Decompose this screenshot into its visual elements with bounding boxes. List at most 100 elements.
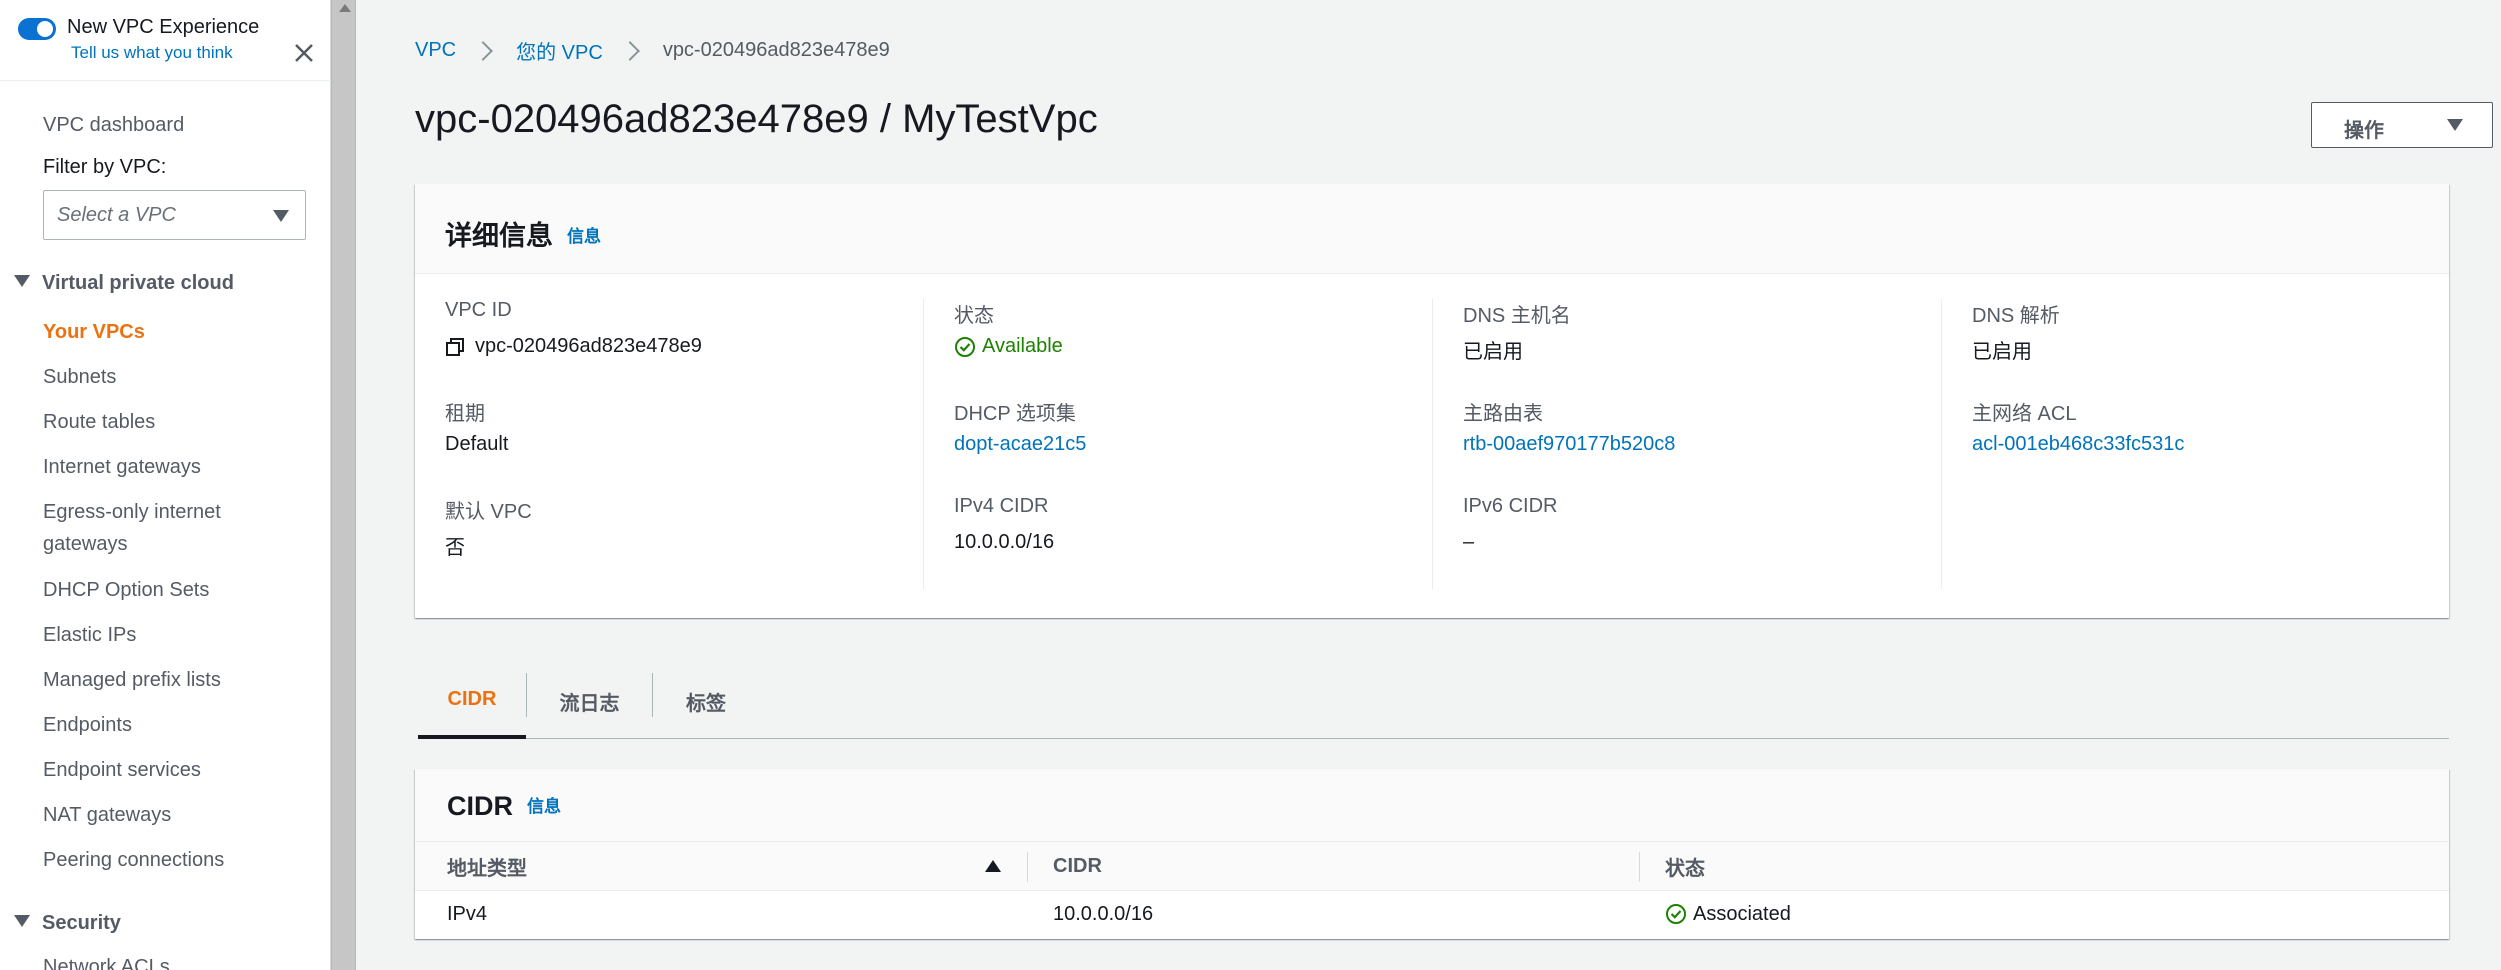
nav-egress-only-internet-gateways[interactable]: Egress-only internet <box>43 501 221 524</box>
vpc-console-app: New VPC Experience Tell us what you thin… <box>0 0 2501 970</box>
default-vpc-label: 默认 VPC <box>445 501 532 523</box>
close-icon[interactable] <box>291 40 317 66</box>
breadcrumb-your-vpcs[interactable]: 您的 VPC <box>516 36 603 65</box>
vpc-id-label: VPC ID <box>445 299 512 321</box>
cell-state: Associated <box>1665 891 1791 937</box>
chevron-right-icon <box>619 40 640 61</box>
sidebar-divider <box>0 80 331 81</box>
column-header-cidr[interactable]: CIDR <box>1053 842 1102 891</box>
nav-route-tables[interactable]: Route tables <box>43 411 155 434</box>
cell-state-text: Associated <box>1693 902 1791 925</box>
nav-network-acls[interactable]: Network ACLs <box>43 956 170 970</box>
column-divider <box>1432 299 1433 589</box>
dhcp-options-link[interactable]: dopt-acae21c5 <box>954 433 1086 456</box>
cell-address-type: IPv4 <box>447 902 488 925</box>
chevron-right-icon <box>473 40 494 61</box>
main-network-acl-label: 主网络 ACL <box>1972 403 2077 425</box>
details-column-4: DNS 解析 已启用 主网络 ACL acl-001eb468c33fc531c <box>1972 299 2480 589</box>
default-vpc-value: 否 <box>445 537 465 559</box>
nav-elastic-ips[interactable]: Elastic IPs <box>43 624 136 647</box>
scroll-up-icon[interactable] <box>339 4 351 12</box>
new-experience-toggle[interactable] <box>18 18 56 40</box>
tab-flow-logs[interactable]: 流日志 <box>527 663 652 739</box>
cidr-header: CIDR 信息 <box>415 769 2449 842</box>
dns-resolution-value: 已启用 <box>1972 341 2032 363</box>
breadcrumb-vpc[interactable]: VPC <box>415 39 456 62</box>
nav-nat-gateways[interactable]: NAT gateways <box>43 804 171 827</box>
new-vpc-experience: New VPC Experience Tell us what you thin… <box>18 16 318 66</box>
tenancy-label: 租期 <box>445 403 485 425</box>
page-title: vpc-020496ad823e478e9 / MyTestVpc <box>415 97 1098 141</box>
details-info-link[interactable]: 信息 <box>567 222 601 247</box>
dns-hostnames-label: DNS 主机名 <box>1463 305 1571 327</box>
ipv4-cidr-label: IPv4 CIDR <box>954 495 1049 517</box>
nav-subnets[interactable]: Subnets <box>43 366 116 389</box>
column-header-state[interactable]: 状态 <box>1665 842 1705 891</box>
vpc-id-text: vpc-020496ad823e478e9 <box>475 335 702 357</box>
tab-tags[interactable]: 标签 <box>653 663 759 739</box>
nav-managed-prefix-lists[interactable]: Managed prefix lists <box>43 669 221 692</box>
table-header-row: 地址类型 CIDR 状态 <box>415 842 2449 891</box>
nav-peering-connections[interactable]: Peering connections <box>43 849 224 872</box>
sort-ascending-icon[interactable] <box>985 860 1001 872</box>
actions-label: 操作 <box>2344 120 2384 142</box>
caret-down-icon <box>273 210 289 222</box>
details-column-1: VPC ID vpc-020496ad823e478e9 租期 Default … <box>445 299 953 589</box>
ipv6-cidr-label: IPv6 CIDR <box>1463 495 1558 517</box>
sidebar-scrollbar[interactable] <box>331 0 356 970</box>
toggle-knob <box>37 21 53 37</box>
cidr-title-text: CIDR <box>447 791 513 821</box>
state-value: Available <box>954 335 1063 358</box>
cidr-title: CIDR 信息 <box>447 791 561 822</box>
dns-resolution-label: DNS 解析 <box>1972 305 2060 327</box>
state-label: 状态 <box>954 305 994 327</box>
cidr-panel: CIDR 信息 地址类型 CIDR 状态 IPv4 10.0.0.0/16 As… <box>415 769 2449 939</box>
tenancy-value: Default <box>445 433 509 455</box>
nav-egress-only-internet-gateways-line2[interactable]: gateways <box>43 533 128 556</box>
section-security[interactable]: Security <box>14 912 121 935</box>
section-collapse-icon <box>14 915 30 927</box>
details-panel: 详细信息 信息 VPC ID vpc-020496ad823e478e9 租期 D… <box>415 184 2449 618</box>
nav-dhcp-option-sets[interactable]: DHCP Option Sets <box>43 579 209 602</box>
main-content: VPC 您的 VPC vpc-020496ad823e478e9 vpc-020… <box>356 0 2501 970</box>
filter-by-vpc-label: Filter by VPC: <box>43 156 167 178</box>
main-route-table-label: 主路由表 <box>1463 403 1543 425</box>
nav-endpoint-services[interactable]: Endpoint services <box>43 759 201 782</box>
tab-cidr[interactable]: CIDR <box>418 663 526 739</box>
detail-tabs: CIDR 流日志 标签 <box>418 663 2449 739</box>
section-label: Virtual private cloud <box>42 272 234 294</box>
nav-endpoints[interactable]: Endpoints <box>43 714 132 737</box>
vpc-filter-select[interactable]: Select a VPC <box>43 190 306 240</box>
details-title: 详细信息 信息 <box>445 214 601 253</box>
check-circle-icon <box>955 336 975 357</box>
experience-title: New VPC Experience <box>67 16 260 38</box>
ipv6-cidr-value: – <box>1463 531 1475 553</box>
dhcp-options-label: DHCP 选项集 <box>954 403 1076 425</box>
cidr-info-link[interactable]: 信息 <box>527 792 561 817</box>
column-divider[interactable] <box>1639 852 1640 882</box>
actions-button[interactable]: 操作 <box>2311 102 2493 148</box>
section-virtual-private-cloud[interactable]: Virtual private cloud <box>14 272 234 295</box>
details-header: 详细信息 信息 <box>415 184 2449 274</box>
main-route-table-link[interactable]: rtb-00aef970177b520c8 <box>1463 433 1675 456</box>
nav-vpc-dashboard[interactable]: VPC dashboard <box>43 114 184 137</box>
sidebar: New VPC Experience Tell us what you thin… <box>0 0 331 970</box>
cell-cidr: 10.0.0.0/16 <box>1053 902 1154 925</box>
vpc-filter-placeholder: Select a VPC <box>57 204 176 226</box>
main-network-acl-link[interactable]: acl-001eb468c33fc531c <box>1972 433 2184 456</box>
column-divider <box>1941 299 1942 589</box>
column-divider <box>923 299 924 589</box>
section-label: Security <box>42 912 121 934</box>
nav-your-vpcs[interactable]: Your VPCs <box>43 321 145 344</box>
breadcrumb: VPC 您的 VPC vpc-020496ad823e478e9 <box>415 36 890 65</box>
column-divider[interactable] <box>1027 852 1028 882</box>
nav-internet-gateways[interactable]: Internet gateways <box>43 456 201 479</box>
vpc-id-value: vpc-020496ad823e478e9 <box>445 335 702 358</box>
copy-icon[interactable] <box>445 337 465 357</box>
section-collapse-icon <box>14 275 30 287</box>
details-column-3: DNS 主机名 已启用 主路由表 rtb-00aef970177b520c8 I… <box>1463 299 1971 589</box>
column-header-address-type[interactable]: 地址类型 <box>447 842 527 891</box>
details-column-2: 状态 Available DHCP 选项集 dopt-acae21c5 IPv4… <box>954 299 1462 589</box>
caret-down-icon <box>2447 119 2463 131</box>
feedback-link[interactable]: Tell us what you think <box>71 43 233 63</box>
